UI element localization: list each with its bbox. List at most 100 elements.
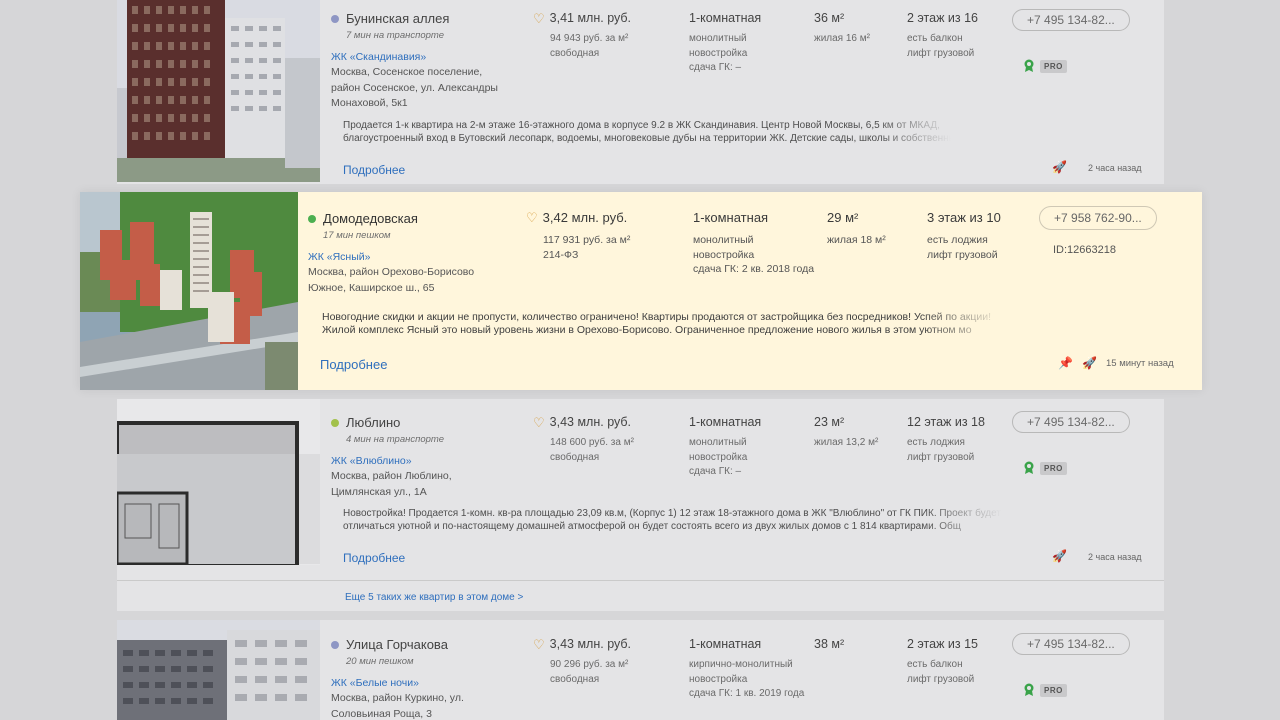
divider [117, 580, 1164, 581]
metro-station: Улица Горчакова [331, 637, 531, 652]
phone-button[interactable]: +7 958 762-90... [1039, 206, 1157, 230]
category: новостройка [689, 47, 748, 59]
sale-type: свободная [550, 47, 600, 59]
floor: 2 этаж из 16 [907, 11, 978, 25]
living-area: жилая 16 м² [814, 33, 870, 44]
floor: 2 этаж из 15 [907, 637, 978, 651]
posted-time: 2 часа назад [1088, 552, 1142, 562]
complex-link[interactable]: ЖК «Ясный» [308, 250, 518, 265]
complex-link[interactable]: ЖК «Скандинавия» [331, 50, 531, 65]
rocket-icon: 🚀 [1052, 549, 1067, 563]
more-link[interactable]: Подробнее [343, 163, 405, 177]
area: 23 м² [814, 415, 845, 429]
rocket-icon: 🚀 [1052, 160, 1067, 174]
pro-badge-group: PRO [1023, 59, 1067, 73]
metro-dot-icon [331, 14, 339, 23]
rooms: 1-комнатная [689, 637, 762, 651]
heart-icon[interactable]: ♡ [533, 416, 545, 429]
category: новостройка [693, 248, 755, 261]
price-per-meter: 94 943 руб. за м² [550, 33, 629, 44]
pro-badge-group: PRO [1023, 461, 1067, 475]
delivery: сдача ГК: – [689, 62, 742, 73]
transport-time: 17 мин пешком [323, 230, 391, 241]
category: новостройка [689, 673, 748, 685]
award-icon [1024, 59, 1034, 72]
balcony: есть лоджия [907, 437, 965, 448]
award-icon [1024, 683, 1034, 696]
listing-card[interactable]: Люблино 4 мин на транспорте ЖК «Влюблино… [117, 399, 1164, 611]
listing-id: ID:12663218 [1053, 244, 1116, 256]
listing-photo[interactable] [80, 192, 298, 390]
posted-time: 2 часа назад [1088, 163, 1142, 173]
living-area: жилая 13,2 м² [814, 437, 879, 448]
phone-button[interactable]: +7 495 134-82... [1012, 411, 1130, 433]
elevator: лифт грузовой [927, 248, 998, 261]
listing-card-highlighted[interactable]: Домодедовская 17 мин пешком ЖК «Ясный» М… [80, 192, 1202, 390]
floor: 3 этаж из 10 [927, 210, 1001, 225]
build-type: монолитный [689, 437, 747, 448]
price-per-meter: 148 600 руб. за м² [550, 437, 634, 448]
price-per-meter: 117 931 руб. за м² [543, 234, 631, 246]
metro-station: Домодедовская [308, 211, 518, 226]
pro-badge: PRO [1040, 683, 1067, 697]
price: ♡ 3,41 млн. руб. [533, 11, 632, 26]
sale-type: свободная [550, 673, 600, 685]
address: Москва, район Куркино, ул. Соловьиная Ро… [331, 692, 464, 720]
sale-type: 214-ФЗ [543, 248, 579, 261]
heart-icon[interactable]: ♡ [533, 638, 545, 651]
more-link[interactable]: Подробнее [320, 357, 387, 372]
phone-button[interactable]: +7 495 134-82... [1012, 633, 1130, 655]
address: Москва, Сосенское поселение, район Сосен… [331, 66, 498, 109]
floor: 12 этаж из 18 [907, 415, 985, 429]
transport-time: 20 мин пешком [346, 656, 414, 667]
metro-station: Бунинская аллея [331, 11, 531, 26]
phone-button[interactable]: +7 495 134-82... [1012, 9, 1130, 31]
category: новостройка [689, 451, 748, 463]
posted-time: 15 минут назад [1106, 358, 1174, 369]
description: Новогодние скидки и акции не пропусти, к… [322, 311, 992, 336]
pin-icon[interactable]: 📌 [1058, 356, 1073, 370]
heart-icon[interactable]: ♡ [533, 12, 545, 25]
metro-station: Люблино [331, 415, 531, 430]
rooms: 1-комнатная [689, 11, 762, 25]
metro-dot-icon [331, 418, 339, 427]
living-area: жилая 18 м² [827, 234, 886, 246]
rocket-icon: 🚀 [1082, 356, 1097, 370]
delivery: сдача ГК: – [689, 466, 742, 477]
more-link[interactable]: Подробнее [343, 551, 405, 565]
listing-photo[interactable] [117, 620, 320, 720]
build-type: кирпично-монолитный [689, 659, 793, 670]
build-type: монолитный [689, 33, 747, 44]
price: ♡ 3,42 млн. руб. [526, 210, 628, 225]
listing-photo[interactable] [117, 399, 320, 565]
listing-photo[interactable] [117, 0, 320, 182]
elevator: лифт грузовой [907, 47, 975, 59]
balcony: есть лоджия [927, 234, 988, 246]
area: 29 м² [827, 210, 859, 225]
listing-card[interactable]: Бунинская аллея 7 мин на транспорте ЖК «… [117, 0, 1164, 184]
price: ♡ 3,43 млн. руб. [533, 637, 632, 652]
address: Москва, район Люблино, Цимлянская ул., 1… [331, 470, 452, 498]
complex-link[interactable]: ЖК «Белые ночи» [331, 676, 531, 691]
heart-icon[interactable]: ♡ [526, 211, 538, 224]
area: 36 м² [814, 11, 845, 25]
pro-badge: PRO [1040, 59, 1067, 73]
delivery: сдача ГК: 2 кв. 2018 года [693, 263, 815, 275]
award-icon [1024, 461, 1034, 474]
price: ♡ 3,43 млн. руб. [533, 415, 632, 430]
complex-link[interactable]: ЖК «Влюблино» [331, 454, 531, 469]
same-house-link[interactable]: Еще 5 таких же квартир в этом доме > [345, 592, 523, 603]
metro-dot-icon [331, 640, 339, 649]
pro-badge: PRO [1040, 461, 1067, 475]
balcony: есть балкон [907, 33, 963, 44]
listing-card[interactable]: Улица Горчакова 20 мин пешком ЖК «Белые … [117, 620, 1164, 720]
sale-type: свободная [550, 451, 600, 463]
delivery: сдача ГК: 1 кв. 2019 года [689, 688, 805, 699]
description: Новостройка! Продается 1-комн. кв-ра пло… [343, 508, 1001, 532]
metro-dot-icon [308, 214, 316, 223]
area: 38 м² [814, 637, 845, 651]
transport-time: 4 мин на транспорте [346, 434, 445, 445]
rooms: 1-комнатная [689, 415, 762, 429]
transport-time: 7 мин на транспорте [346, 30, 445, 41]
address: Москва, район Орехово-Борисово Южное, Ка… [308, 266, 475, 294]
